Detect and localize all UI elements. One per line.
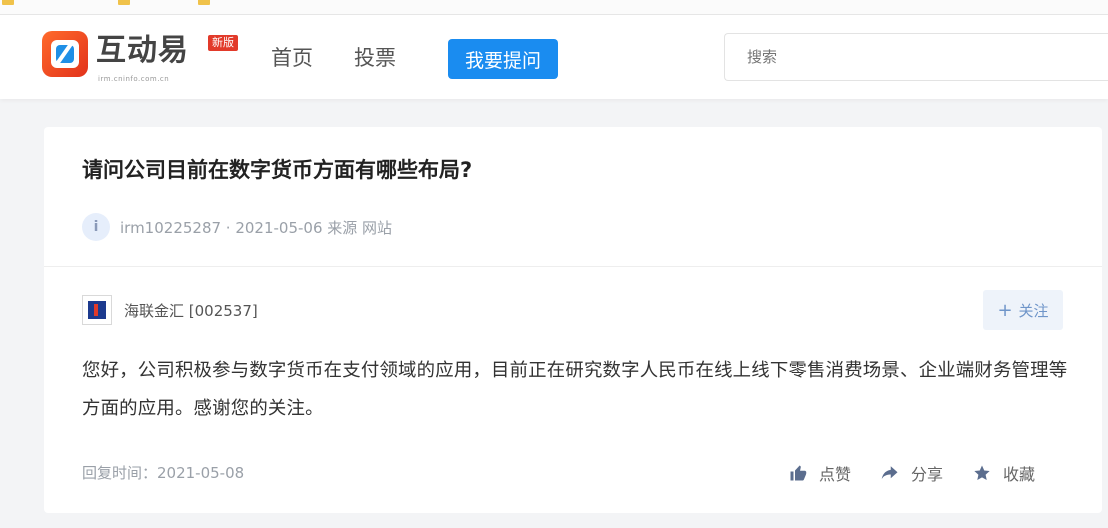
thumbs-up-icon <box>790 465 807 481</box>
folder-icon <box>2 0 14 5</box>
collect-label: 收藏 <box>1003 465 1036 484</box>
logo-subtitle: irm.cninfo.com.cn <box>98 75 170 83</box>
question-meta-text: irm10225287 · 2021-05-06 来源 网站 <box>120 218 393 237</box>
follow-button[interactable]: + 关注 <box>983 290 1063 330</box>
question-title: 请问公司目前在数字货币方面有哪些布局? <box>82 158 473 182</box>
like-label: 点赞 <box>819 465 852 484</box>
qa-card: 请问公司目前在数字货币方面有哪些布局? i irm10225287 · 2021… <box>44 127 1102 513</box>
answer-text: 您好，公司积极参与数字货币在支付领域的应用，目前正在研究数字人民币在线上线下零售… <box>82 360 1068 419</box>
folder-icon <box>118 0 130 5</box>
site-header: 互动易 新版 irm.cninfo.com.cn 首页 投票 我要提问 <box>0 15 1108 99</box>
bookmark-folder[interactable] <box>2 0 18 6</box>
ask-question-button[interactable]: 我要提问 <box>448 39 558 79</box>
logo-badge: 新版 <box>208 35 238 51</box>
share-button[interactable]: 分享 <box>881 461 943 485</box>
share-icon <box>881 466 898 479</box>
plus-icon: + <box>997 299 1013 321</box>
bookmark-bar <box>0 0 1108 15</box>
divider <box>44 266 1102 267</box>
search-input[interactable] <box>724 33 1108 81</box>
company-logo-icon <box>82 295 112 325</box>
star-icon <box>974 465 990 481</box>
question-meta: i irm10225287 · 2021-05-06 来源 网站 <box>82 213 392 241</box>
bookmark-folder[interactable] <box>118 0 134 6</box>
logo-icon <box>42 31 88 77</box>
share-label: 分享 <box>911 465 944 484</box>
folder-icon <box>198 0 210 5</box>
answer-actions: 点赞 分享 收藏 <box>789 461 1035 485</box>
nav-home[interactable]: 首页 <box>271 45 313 71</box>
bookmark-folder[interactable] <box>198 0 214 6</box>
site-logo[interactable]: 互动易 新版 irm.cninfo.com.cn <box>42 31 252 91</box>
reply-time: 回复时间：2021-05-08 <box>82 464 245 482</box>
company-name: 海联金汇 [002537] <box>124 301 258 320</box>
company-info[interactable]: 海联金汇 [002537] <box>82 294 258 326</box>
logo-name: 互动易 <box>96 33 189 68</box>
nav-vote[interactable]: 投票 <box>354 45 396 71</box>
collect-button[interactable]: 收藏 <box>973 461 1035 485</box>
follow-label: 关注 <box>1018 301 1049 320</box>
like-button[interactable]: 点赞 <box>789 461 851 485</box>
user-avatar: i <box>82 213 110 241</box>
